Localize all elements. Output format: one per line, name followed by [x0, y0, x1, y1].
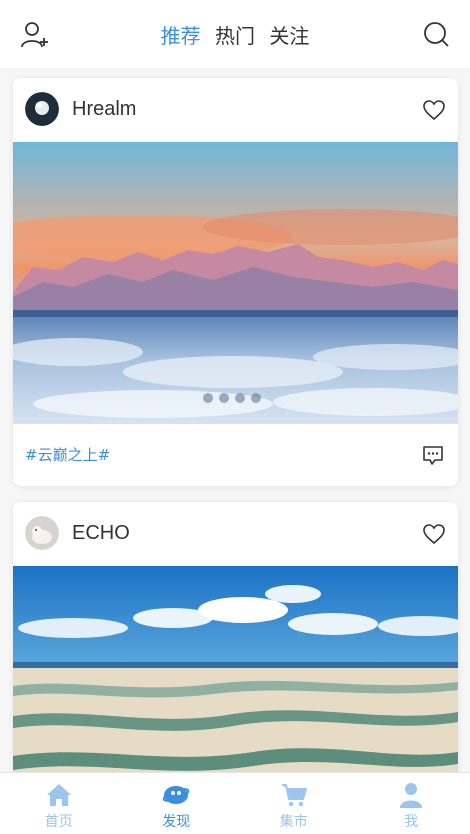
feed-card[interactable]: ECHO — [13, 502, 458, 802]
nav-discover[interactable]: 发现 — [118, 773, 236, 834]
bottom-nav: 首页 发现 集市 我 — [0, 772, 470, 834]
nav-label: 发现 — [162, 814, 191, 830]
card-header: ECHO — [13, 502, 458, 566]
discover-icon — [162, 786, 190, 804]
heart-icon[interactable] — [422, 522, 446, 546]
feed-tabs: 推荐 热门 关注 — [0, 20, 470, 49]
avatar[interactable] — [25, 516, 59, 550]
carousel-dot[interactable] — [235, 393, 245, 403]
avatar[interactable] — [25, 92, 59, 126]
feed-card[interactable]: Hrealm #云巅之上# — [13, 78, 458, 486]
nav-me[interactable]: 我 — [353, 773, 470, 834]
username[interactable]: ECHO — [72, 522, 130, 545]
card-header: Hrealm — [13, 78, 458, 142]
cart-icon — [281, 784, 307, 807]
heart-icon[interactable] — [422, 98, 446, 122]
nav-label: 我 — [404, 814, 419, 830]
comment-icon[interactable] — [422, 444, 444, 466]
top-bar: 推荐 热门 关注 — [0, 0, 470, 68]
post-image[interactable] — [13, 566, 458, 802]
person-icon — [400, 783, 423, 808]
carousel-dot[interactable] — [203, 393, 213, 403]
search-icon[interactable] — [422, 20, 450, 48]
nav-market[interactable]: 集市 — [235, 773, 353, 834]
tab-popular[interactable]: 热门 — [215, 20, 255, 49]
tab-following[interactable]: 关注 — [269, 20, 309, 49]
nav-home[interactable]: 首页 — [0, 773, 118, 834]
nav-label: 首页 — [44, 814, 73, 830]
username[interactable]: Hrealm — [72, 98, 136, 121]
post-tag[interactable]: #云巅之上# — [25, 444, 110, 465]
home-icon — [46, 784, 71, 806]
post-image[interactable] — [13, 142, 458, 424]
tab-recommended[interactable]: 推荐 — [161, 20, 201, 49]
carousel-dots — [203, 388, 267, 407]
carousel-dot[interactable] — [251, 393, 261, 403]
nav-label: 集市 — [279, 814, 308, 830]
carousel-dot[interactable] — [219, 393, 229, 403]
